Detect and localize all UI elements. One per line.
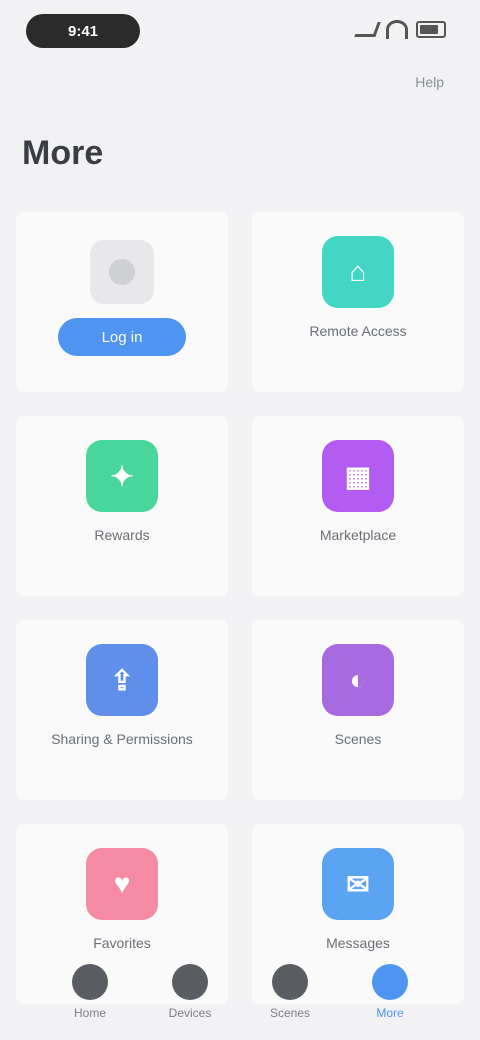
tab-more[interactable]: More bbox=[355, 964, 425, 1020]
card-scenes[interactable]: ◐ Scenes bbox=[252, 620, 464, 800]
card-label: Sharing & Permissions bbox=[51, 731, 193, 747]
tab-home[interactable]: Home bbox=[55, 964, 125, 1020]
tab-scenes[interactable]: Scenes bbox=[255, 964, 325, 1020]
avatar-placeholder-icon bbox=[90, 240, 154, 304]
card-label: Rewards bbox=[94, 527, 150, 543]
help-link[interactable]: Help bbox=[415, 74, 444, 90]
tab-label: Home bbox=[73, 1006, 106, 1020]
status-time: 9:41 bbox=[26, 14, 140, 48]
battery-icon bbox=[416, 21, 446, 38]
status-bar: 9:41 bbox=[0, 0, 480, 64]
gift-icon: ✦ bbox=[86, 440, 158, 512]
share-icon: ⇪ bbox=[86, 644, 158, 716]
message-icon: ✉ bbox=[322, 848, 394, 920]
devices-icon bbox=[172, 964, 208, 1000]
signal-icon bbox=[354, 22, 381, 37]
feature-grid: Log in ⌂ Remote Access ✦ Rewards ▦ Marke… bbox=[16, 212, 464, 1004]
login-card[interactable]: Log in bbox=[16, 212, 228, 392]
status-icons bbox=[354, 20, 446, 39]
scenes-icon bbox=[272, 964, 308, 1000]
tab-label: Scenes bbox=[269, 1006, 311, 1020]
card-rewards[interactable]: ✦ Rewards bbox=[16, 416, 228, 596]
card-label: Scenes bbox=[334, 731, 382, 747]
tab-bar: Home Devices Scenes More bbox=[0, 930, 480, 1040]
tab-devices[interactable]: Devices bbox=[155, 964, 225, 1020]
card-label: Remote Access bbox=[309, 323, 407, 339]
remote-icon: ⌂ bbox=[322, 236, 394, 308]
store-icon: ▦ bbox=[322, 440, 394, 512]
card-sharing[interactable]: ⇪ Sharing & Permissions bbox=[16, 620, 228, 800]
heart-icon: ♥ bbox=[86, 848, 158, 920]
card-marketplace[interactable]: ▦ Marketplace bbox=[252, 416, 464, 596]
tab-label: More bbox=[376, 1006, 404, 1020]
page-title: More bbox=[22, 134, 104, 172]
card-label: Marketplace bbox=[319, 527, 397, 543]
scene-icon: ◐ bbox=[322, 644, 394, 716]
home-icon bbox=[72, 964, 108, 1000]
wifi-icon bbox=[386, 20, 408, 39]
tab-label: Devices bbox=[168, 1006, 212, 1020]
login-button[interactable]: Log in bbox=[58, 318, 186, 356]
card-remote-access[interactable]: ⌂ Remote Access bbox=[252, 212, 464, 392]
more-icon bbox=[372, 964, 408, 1000]
